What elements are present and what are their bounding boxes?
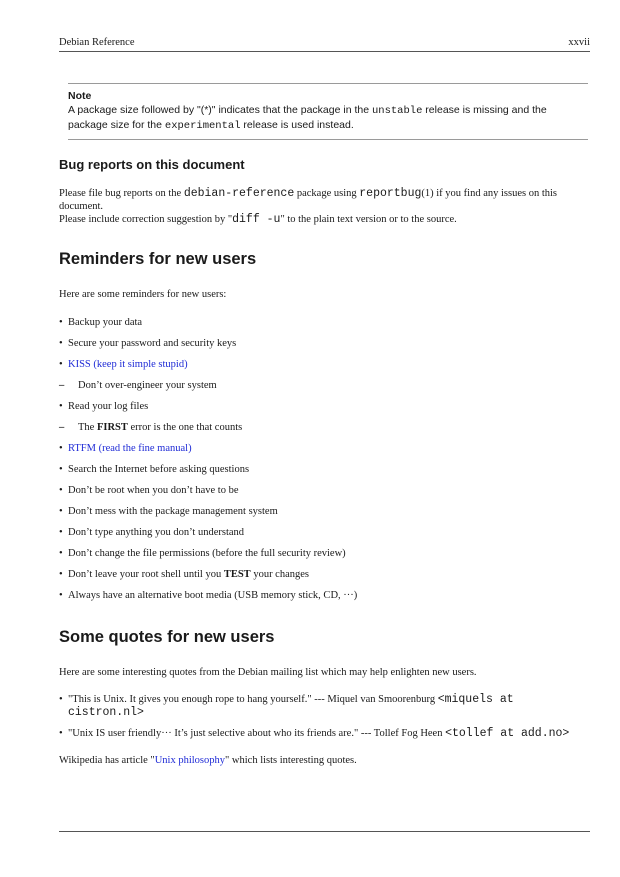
code-debian-reference: debian-reference xyxy=(183,187,295,200)
code-experimental: experimental xyxy=(164,120,241,132)
note-text: A package size followed by "(*)" indicat… xyxy=(68,104,547,132)
email-tollef: <tollef at add.no> xyxy=(445,727,570,740)
list-item: • Read your log files xyxy=(59,401,149,412)
list-subitem: – The FIRST error is the one that counts xyxy=(59,422,243,433)
list-subitem: – Don’t over-engineer your system xyxy=(59,380,217,391)
rtfm-link[interactable]: RTFM (read the fine manual) xyxy=(68,443,192,454)
bullet: • xyxy=(59,569,63,580)
document-page: Debian Reference xxvii Note A package si… xyxy=(0,0,620,877)
bullet: • xyxy=(59,527,63,538)
bullet: • xyxy=(59,485,63,496)
dash: – xyxy=(59,380,65,391)
bug-reports-heading: Bug reports on this document xyxy=(59,157,245,172)
list-item: • Don’t leave your root shell until you T… xyxy=(59,569,310,580)
note-bottom-rule xyxy=(68,139,588,140)
test-emphasis: TEST xyxy=(223,569,251,580)
reminders-list: • Backup your data • Secure your password … xyxy=(59,316,590,602)
list-item: • Don’t change the file permissions (befo… xyxy=(59,548,346,559)
list-item: • KISS (keep it simple stupid) xyxy=(59,358,590,371)
code-reportbug: reportbug xyxy=(359,187,422,200)
bullet: • xyxy=(59,728,63,739)
reminders-intro: Here are some reminders for new users: xyxy=(59,289,227,300)
list-item: • Search the Internet before asking quest… xyxy=(59,464,250,475)
note-title: Note xyxy=(68,90,92,102)
bullet: • xyxy=(59,317,63,328)
list-item: • Don’t type anything you don’t understan… xyxy=(59,527,245,538)
list-item: • Don’t mess with the package management … xyxy=(59,506,278,517)
quotes-list: • "This is Unix. It gives you enough rope… xyxy=(59,693,590,740)
bullet: • xyxy=(59,401,63,412)
page-number: xxvii xyxy=(568,37,590,48)
dash: – xyxy=(59,422,65,433)
bullet: • xyxy=(59,464,63,475)
list-item: • Backup your data xyxy=(59,317,143,328)
note-box: Note A package size followed by "(*)" in… xyxy=(68,83,588,140)
quotes-intro: Here are some interesting quotes from th… xyxy=(59,667,477,678)
kiss-link[interactable]: KISS (keep it simple stupid) xyxy=(68,359,188,370)
list-item: • Secure your password and security keys xyxy=(59,338,237,349)
header-rule xyxy=(59,51,590,52)
bullet: • xyxy=(59,338,63,349)
unix-philosophy-link[interactable]: Unix philosophy xyxy=(155,755,225,766)
code-diff-u: diff -u xyxy=(232,213,281,226)
bullet: • xyxy=(59,694,63,705)
list-item: • Don’t be root when you don’t have to be xyxy=(59,485,239,496)
reminders-heading: Reminders for new users xyxy=(59,250,257,268)
list-item: • "This is Unix. It gives you enough rope… xyxy=(59,693,514,719)
header-title: Debian Reference xyxy=(59,37,135,48)
quotes-heading: Some quotes for new users xyxy=(59,628,275,646)
bullet: • xyxy=(59,506,63,517)
list-item: • RTFM (read the fine manual) xyxy=(59,442,590,455)
list-item: • Always have an alternative boot media (… xyxy=(59,590,358,601)
wikipedia-paragraph: Wikipedia has article "Unix philosophy" … xyxy=(59,755,357,766)
code-unstable: unstable xyxy=(371,105,423,117)
list-item: • "Unix IS user friendly··· It’s just sel… xyxy=(59,727,570,740)
bullet: • xyxy=(59,359,63,370)
bullet: • xyxy=(59,443,63,454)
first-emphasis: FIRST xyxy=(96,422,128,433)
bug-reports-paragraph: Please file bug reports on the debian-re… xyxy=(59,187,558,226)
footer-rule xyxy=(59,831,590,832)
main-content: Bug reports on this document Please file… xyxy=(59,157,590,767)
bullet: • xyxy=(59,590,63,601)
running-header: Debian Reference xxvii xyxy=(59,37,590,51)
bullet: • xyxy=(59,548,63,559)
